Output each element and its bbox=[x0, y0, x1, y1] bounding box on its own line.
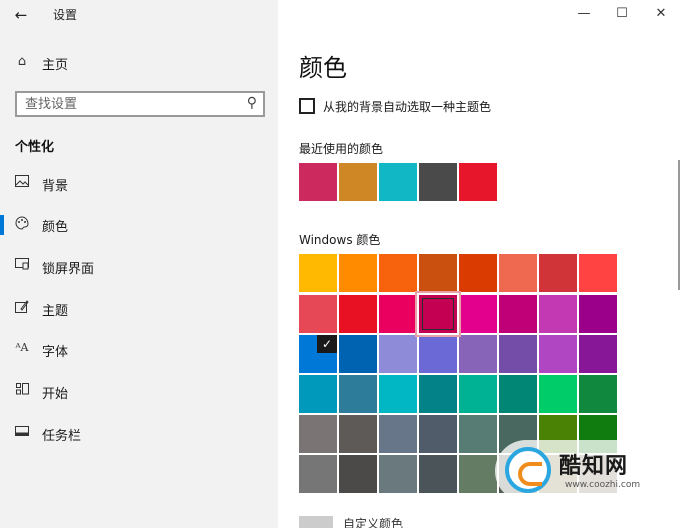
windows-color-swatch[interactable] bbox=[419, 375, 457, 413]
search-input[interactable] bbox=[17, 93, 232, 116]
windows-color-swatch[interactable] bbox=[499, 254, 537, 292]
recent-color-swatch[interactable] bbox=[419, 163, 457, 201]
windows-color-swatch[interactable] bbox=[539, 375, 577, 413]
sidebar-item-taskbar[interactable]: 任务栏 bbox=[0, 421, 278, 447]
windows-color-swatch[interactable] bbox=[379, 415, 417, 453]
windows-color-swatch[interactable] bbox=[499, 295, 537, 333]
windows-color-swatch[interactable] bbox=[299, 254, 337, 292]
windows-color-swatch[interactable] bbox=[379, 295, 417, 333]
checkmark-icon: ✓ bbox=[317, 335, 337, 353]
recent-colors-heading: 最近使用的颜色 bbox=[299, 142, 384, 156]
sidebar-item-background[interactable]: 背景 bbox=[0, 171, 278, 197]
custom-color-label: 自定义颜色 bbox=[343, 517, 404, 528]
windows-color-swatch[interactable] bbox=[459, 455, 497, 493]
windows-color-swatch[interactable] bbox=[339, 295, 377, 333]
image-icon bbox=[14, 175, 30, 191]
maximize-icon[interactable]: ☐ bbox=[612, 4, 632, 24]
taskbar-icon bbox=[14, 425, 30, 440]
sidebar: ← 设置 ⌂ 主页 ⚲ 个性化 背景 颜色 锁屏界面 主题 ᴬA 字体 bbox=[0, 0, 278, 528]
sidebar-item-label: 任务栏 bbox=[42, 429, 82, 444]
home-icon: ⌂ bbox=[17, 54, 27, 69]
coozhi-logo-icon bbox=[505, 447, 551, 493]
theme-icon bbox=[14, 300, 30, 317]
sidebar-item-label: 背景 bbox=[42, 179, 69, 194]
search-box[interactable]: ⚲ bbox=[15, 91, 265, 117]
sidebar-item-fonts[interactable]: ᴬA 字体 bbox=[0, 337, 278, 363]
windows-color-swatch[interactable] bbox=[419, 335, 457, 373]
windows-color-swatch[interactable] bbox=[379, 375, 417, 413]
custom-color-swatch bbox=[299, 516, 333, 528]
watermark-url: www.coozhi.com bbox=[565, 480, 641, 490]
windows-color-swatch[interactable] bbox=[539, 335, 577, 373]
focus-outline bbox=[422, 298, 454, 330]
search-icon[interactable]: ⚲ bbox=[247, 95, 257, 111]
windows-color-swatch[interactable] bbox=[499, 335, 537, 373]
window-title: 设置 bbox=[53, 8, 78, 22]
windows-color-swatch[interactable] bbox=[299, 375, 337, 413]
auto-pick-checkbox[interactable] bbox=[299, 98, 315, 114]
auto-pick-row[interactable]: 从我的背景自动选取一种主题色 bbox=[299, 97, 659, 117]
windows-color-swatch[interactable] bbox=[419, 455, 457, 493]
sidebar-item-themes[interactable]: 主题 bbox=[0, 296, 278, 322]
windows-color-swatch[interactable] bbox=[299, 455, 337, 493]
watermark-name: 酷知网 bbox=[559, 454, 629, 479]
windows-color-swatch[interactable] bbox=[499, 375, 537, 413]
windows-color-swatch[interactable] bbox=[339, 375, 377, 413]
windows-color-swatch[interactable] bbox=[459, 295, 497, 333]
windows-color-swatch[interactable] bbox=[339, 254, 377, 292]
windows-color-swatch[interactable] bbox=[339, 455, 377, 493]
start-icon bbox=[14, 383, 30, 399]
sidebar-item-home[interactable]: ⌂ 主页 bbox=[0, 50, 278, 76]
sidebar-item-label: 锁屏界面 bbox=[42, 262, 95, 277]
windows-color-swatch[interactable] bbox=[459, 415, 497, 453]
lock-screen-icon bbox=[14, 258, 30, 274]
windows-color-swatch[interactable] bbox=[339, 335, 377, 373]
sidebar-item-label: 字体 bbox=[42, 345, 69, 360]
sidebar-item-label: 主题 bbox=[42, 304, 69, 319]
title-bar: ← 设置 bbox=[0, 0, 278, 30]
windows-color-swatch[interactable] bbox=[339, 415, 377, 453]
recent-color-swatch[interactable] bbox=[379, 163, 417, 201]
sidebar-item-colors[interactable]: 颜色 bbox=[0, 212, 278, 238]
page-title: 颜色 bbox=[299, 54, 347, 82]
sidebar-item-start[interactable]: 开始 bbox=[0, 379, 278, 405]
windows-color-swatch[interactable] bbox=[299, 295, 337, 333]
section-heading: 个性化 bbox=[15, 140, 55, 155]
watermark: 酷知网 www.coozhi.com bbox=[495, 440, 675, 502]
minimize-icon[interactable]: — bbox=[574, 4, 594, 24]
windows-color-swatch[interactable] bbox=[459, 254, 497, 292]
arrow-left-icon[interactable]: ← bbox=[10, 5, 32, 25]
windows-color-swatch[interactable] bbox=[579, 375, 617, 413]
windows-color-swatch[interactable] bbox=[539, 254, 577, 292]
close-icon[interactable]: ✕ bbox=[651, 4, 671, 24]
windows-color-swatch[interactable] bbox=[299, 415, 337, 453]
windows-color-swatch[interactable] bbox=[539, 295, 577, 333]
auto-pick-label: 从我的背景自动选取一种主题色 bbox=[323, 100, 492, 114]
recent-color-swatch[interactable] bbox=[459, 163, 497, 201]
windows-color-swatch[interactable] bbox=[579, 335, 617, 373]
custom-color-button[interactable]: 自定义颜色 bbox=[299, 512, 499, 528]
palette-icon bbox=[14, 216, 30, 234]
windows-color-swatch[interactable] bbox=[379, 455, 417, 493]
recent-color-swatch[interactable] bbox=[299, 163, 337, 201]
windows-color-swatch[interactable] bbox=[419, 415, 457, 453]
windows-color-swatch[interactable] bbox=[419, 254, 457, 292]
windows-color-swatch[interactable] bbox=[579, 254, 617, 292]
sidebar-item-lock-screen[interactable]: 锁屏界面 bbox=[0, 254, 278, 280]
windows-color-swatch[interactable] bbox=[379, 254, 417, 292]
windows-colors-heading: Windows 颜色 bbox=[299, 233, 381, 247]
recent-color-swatch[interactable] bbox=[339, 163, 377, 201]
sidebar-item-label: 颜色 bbox=[42, 220, 69, 235]
sidebar-item-label: 开始 bbox=[42, 387, 69, 402]
windows-color-swatch[interactable] bbox=[379, 335, 417, 373]
sidebar-item-label: 主页 bbox=[42, 58, 69, 73]
windows-color-swatch[interactable] bbox=[459, 375, 497, 413]
font-icon: ᴬA bbox=[15, 341, 29, 354]
scrollbar[interactable] bbox=[678, 160, 680, 290]
windows-color-swatch[interactable] bbox=[579, 295, 617, 333]
windows-color-swatch[interactable] bbox=[459, 335, 497, 373]
